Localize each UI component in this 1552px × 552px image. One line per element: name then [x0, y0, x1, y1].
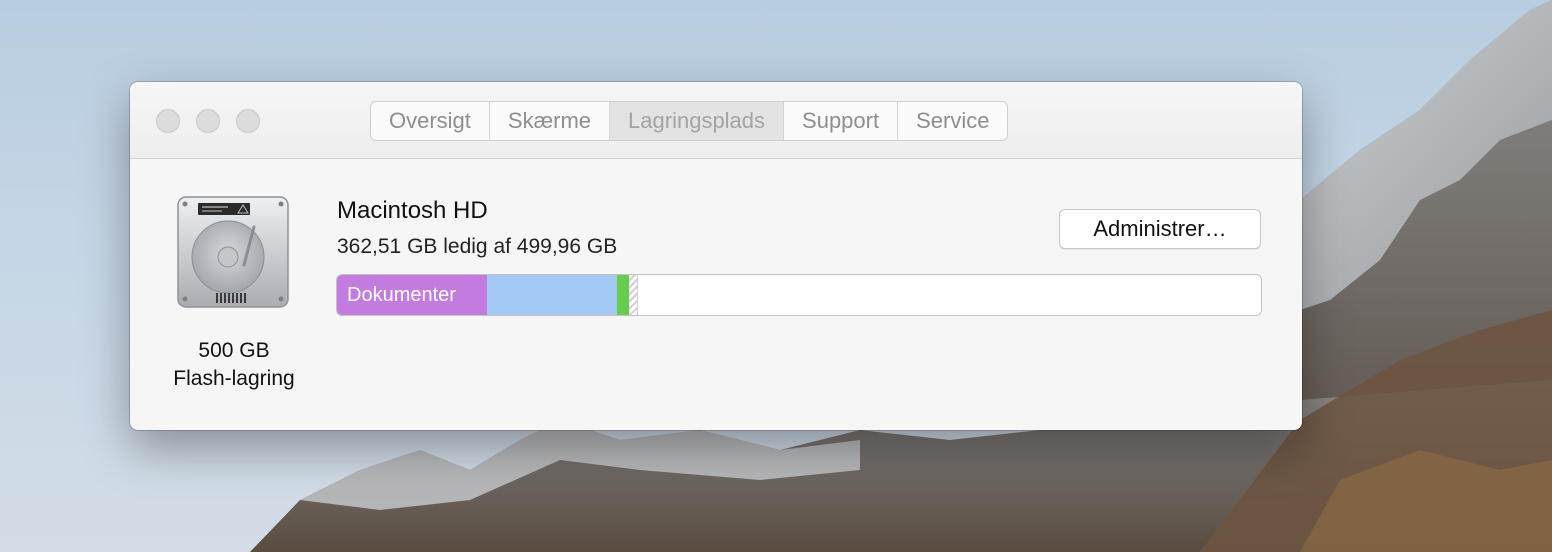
- about-this-mac-window: Oversigt Skærme Lagringsplads Support Se…: [130, 82, 1302, 430]
- minimize-button[interactable]: [196, 109, 220, 133]
- manage-button[interactable]: Administrer…: [1059, 209, 1261, 249]
- title-bar: Oversigt Skærme Lagringsplads Support Se…: [130, 82, 1302, 159]
- tab-support[interactable]: Support: [784, 102, 899, 140]
- tab-lagringsplads[interactable]: Lagringsplads: [610, 102, 785, 140]
- close-button[interactable]: [156, 109, 180, 133]
- tab-skaerme[interactable]: Skærme: [490, 102, 611, 140]
- disk-name: Macintosh HD: [337, 197, 488, 224]
- hard-drive-icon: [176, 195, 290, 311]
- storage-segment-label: Dokumenter: [347, 284, 456, 306]
- tab-oversigt[interactable]: Oversigt: [371, 102, 490, 140]
- storage-bar[interactable]: Dokumenter: [336, 274, 1262, 316]
- disk-caption: 500 GB Flash-lagring: [150, 337, 318, 393]
- zoom-button[interactable]: [236, 109, 260, 133]
- disk-size: 500 GB: [198, 339, 270, 362]
- disk-type: Flash-lagring: [173, 367, 295, 390]
- storage-segment-free: [638, 275, 1261, 315]
- storage-segment-purgeable[interactable]: [629, 275, 638, 315]
- storage-segment-apps[interactable]: [617, 275, 629, 315]
- disk-free-space: 362,51 GB ledig af 499,96 GB: [337, 235, 618, 258]
- storage-segment-other[interactable]: [487, 275, 617, 315]
- storage-panel: 500 GB Flash-lagring Macintosh HD 362,51…: [130, 159, 1302, 430]
- tab-service[interactable]: Service: [898, 102, 1007, 140]
- tab-bar: Oversigt Skærme Lagringsplads Support Se…: [370, 101, 1009, 141]
- storage-segment-documents[interactable]: Dokumenter: [337, 275, 487, 315]
